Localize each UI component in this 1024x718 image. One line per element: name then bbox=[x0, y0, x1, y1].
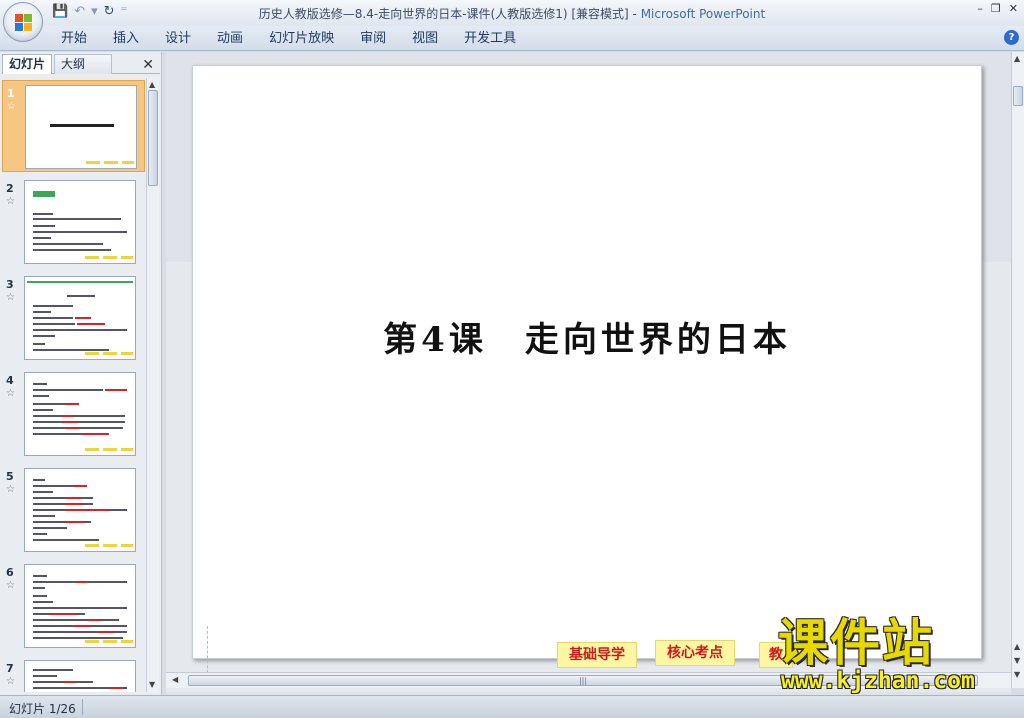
scroll-up-icon[interactable]: ▲ bbox=[149, 80, 155, 89]
tab-insert[interactable]: 插入 bbox=[100, 30, 152, 47]
close-icon[interactable]: ✕ bbox=[1009, 2, 1018, 15]
tab-animation[interactable]: 动画 bbox=[204, 30, 256, 47]
slides-panel: 幻灯片 大纲 ✕ 1 ☆ 2 ☆ 3 ☆ 4 ☆ 5 ☆ 6 ☆ 7 ☆ ▲ ▼ bbox=[0, 52, 162, 695]
slide-preview bbox=[24, 180, 136, 264]
vertical-scrollbar[interactable]: ▲ ▲ ▼ ▼ bbox=[1011, 52, 1024, 688]
transition-star-icon: ☆ bbox=[6, 292, 15, 303]
tab-slides[interactable]: 幻灯片 bbox=[2, 54, 52, 74]
document-title: 历史人教版选修—8.4-走向世界的日本-课件(人教版选修1) [兼容模式] - bbox=[258, 7, 641, 21]
tab-outline[interactable]: 大纲 bbox=[54, 54, 112, 74]
status-bar: 幻灯片 1/26 bbox=[0, 695, 1024, 718]
next-slide-icon[interactable]: ▼ bbox=[1014, 656, 1020, 665]
watermark-url: www.kjzhan.com bbox=[781, 668, 975, 694]
slide-number: 4 bbox=[6, 374, 14, 387]
slide-editing-area: 第4课 走向世界的日本 基础导学 核心考点 教 bbox=[166, 52, 1021, 695]
slide-preview bbox=[24, 564, 136, 648]
slide-canvas[interactable]: 第4课 走向世界的日本 基础导学 核心考点 教 bbox=[192, 65, 1021, 678]
status-divider bbox=[82, 699, 83, 715]
minimize-icon[interactable]: – bbox=[977, 2, 983, 15]
ribbon-tabs: 开始 插入 设计 动画 幻灯片放映 审阅 视图 开发工具 bbox=[48, 30, 529, 47]
scrollbar-thumb[interactable] bbox=[1013, 86, 1023, 106]
window-controls: – ❐ ✕ bbox=[977, 2, 1018, 15]
office-button[interactable] bbox=[3, 2, 43, 42]
slide-number: 7 bbox=[6, 662, 14, 675]
ribbon: 开始 插入 设计 动画 幻灯片放映 审阅 视图 开发工具 ? bbox=[0, 26, 1024, 51]
transition-star-icon: ☆ bbox=[6, 484, 15, 495]
scroll-down-icon[interactable]: ▼ bbox=[1014, 670, 1020, 679]
slide-thumbnail-7[interactable]: 7 ☆ bbox=[2, 656, 145, 692]
slide-preview bbox=[24, 468, 136, 552]
slide-preview bbox=[24, 660, 136, 692]
scroll-down-icon[interactable]: ▼ bbox=[149, 680, 155, 689]
app-name: Microsoft PowerPoint bbox=[640, 7, 766, 21]
transition-star-icon: ☆ bbox=[7, 101, 16, 112]
office-logo-icon bbox=[15, 14, 33, 32]
slide-number: 6 bbox=[6, 566, 14, 579]
slide-counter: 幻灯片 1/26 bbox=[9, 702, 76, 716]
tab-design[interactable]: 设计 bbox=[152, 30, 204, 47]
tab-view[interactable]: 视图 bbox=[399, 30, 451, 47]
tab-home[interactable]: 开始 bbox=[48, 30, 100, 47]
tab-developer[interactable]: 开发工具 bbox=[451, 30, 529, 47]
window-title: 历史人教版选修—8.4-走向世界的日本-课件(人教版选修1) [兼容模式] - … bbox=[0, 5, 1024, 22]
slide-number: 5 bbox=[6, 470, 14, 483]
scroll-up-icon[interactable]: ▲ bbox=[1014, 54, 1020, 63]
slide-thumbnail-2[interactable]: 2 ☆ bbox=[2, 176, 145, 268]
thumbnail-scrollbar[interactable]: ▲ ▼ bbox=[146, 78, 159, 692]
transition-star-icon: ☆ bbox=[6, 676, 15, 687]
tab-slideshow[interactable]: 幻灯片放映 bbox=[256, 30, 347, 47]
help-icon[interactable]: ? bbox=[1004, 30, 1019, 45]
panel-tabs: 幻灯片 大纲 ✕ bbox=[2, 54, 160, 74]
transition-star-icon: ☆ bbox=[6, 388, 15, 399]
slide-number: 1 bbox=[7, 87, 15, 100]
slide-title[interactable]: 第4课 走向世界的日本 bbox=[193, 312, 981, 361]
transition-star-icon: ☆ bbox=[6, 580, 15, 591]
scroll-left-icon[interactable]: ◀ bbox=[172, 675, 178, 684]
slide-number: 2 bbox=[6, 182, 14, 195]
watermark-logo: 课件站 bbox=[778, 614, 934, 672]
title-bar: 💾 ↶ ▾ ↻ ⁼ 历史人教版选修—8.4-走向世界的日本-课件(人教版选修1)… bbox=[0, 0, 1024, 26]
close-icon[interactable]: ✕ bbox=[142, 57, 154, 73]
slide-preview bbox=[25, 85, 137, 169]
slide-thumbnail-6[interactable]: 6 ☆ bbox=[2, 560, 145, 652]
scrollbar-thumb[interactable] bbox=[148, 90, 158, 186]
slide-thumbnail-1[interactable]: 1 ☆ bbox=[2, 80, 145, 172]
slide-thumbnail-list: 1 ☆ 2 ☆ 3 ☆ 4 ☆ 5 ☆ 6 ☆ 7 ☆ bbox=[2, 78, 145, 692]
slide-number: 3 bbox=[6, 278, 14, 291]
tab-review[interactable]: 审阅 bbox=[347, 30, 399, 47]
previous-slide-icon[interactable]: ▲ bbox=[1014, 642, 1020, 651]
slide-thumbnail-5[interactable]: 5 ☆ bbox=[2, 464, 145, 556]
transition-star-icon: ☆ bbox=[6, 196, 15, 207]
slide-preview bbox=[24, 372, 136, 456]
slide-preview bbox=[24, 276, 136, 360]
restore-icon[interactable]: ❐ bbox=[991, 2, 1001, 15]
basic-guide-button[interactable]: 基础导学 bbox=[557, 642, 637, 668]
slide-thumbnail-4[interactable]: 4 ☆ bbox=[2, 368, 145, 460]
slide-thumbnail-3[interactable]: 3 ☆ bbox=[2, 272, 145, 364]
core-points-button[interactable]: 核心考点 bbox=[655, 640, 735, 666]
